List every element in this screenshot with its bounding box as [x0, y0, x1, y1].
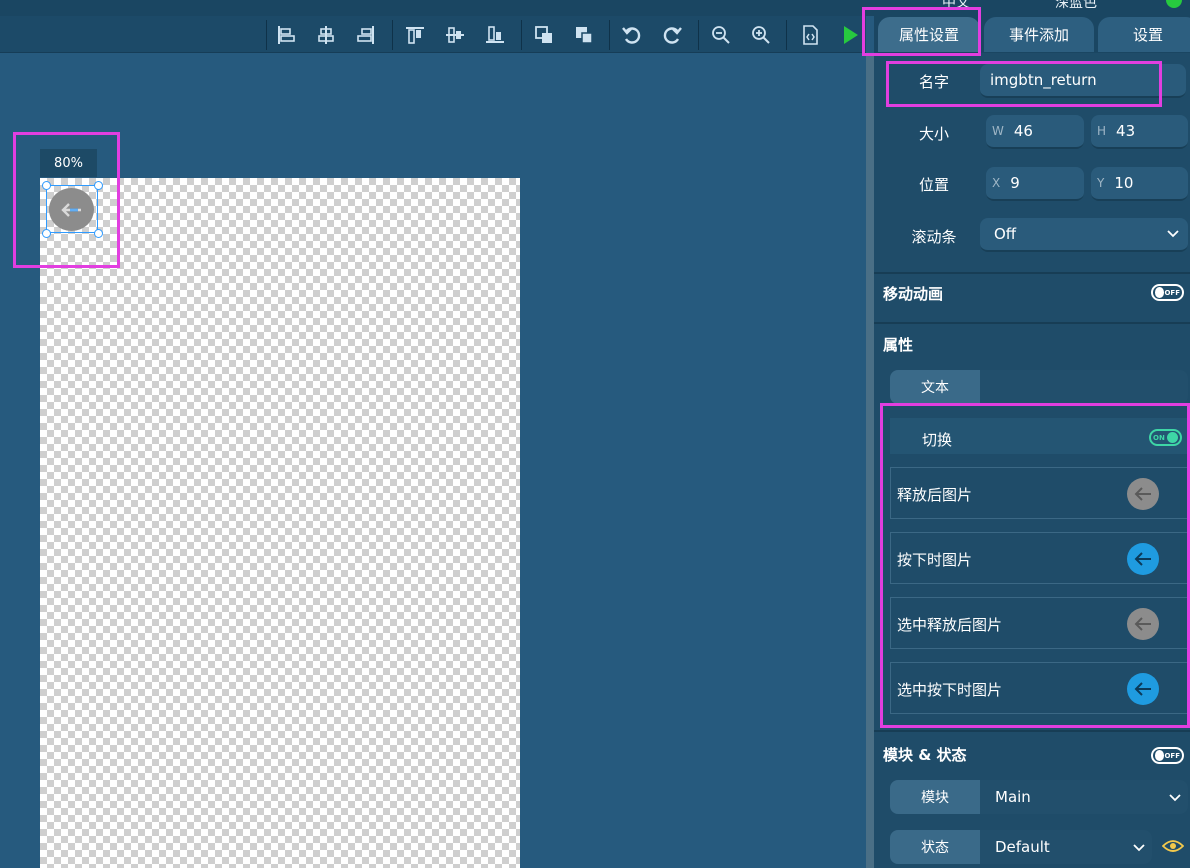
name-value: imgbtn_return — [990, 71, 1097, 89]
toggle-state: ON — [1153, 433, 1165, 442]
x-value: 9 — [1010, 174, 1020, 192]
tab-properties[interactable]: 属性设置 — [878, 17, 980, 52]
toggle-state: OFF — [1164, 288, 1180, 297]
module-state-title: 模块 & 状态 — [883, 746, 967, 764]
redo-icon[interactable] — [659, 22, 685, 48]
scrollbar-label: 滚动条 — [911, 228, 957, 246]
resize-handle-tl[interactable] — [42, 181, 51, 190]
image-row-pressed[interactable]: 按下时图片 — [890, 532, 1188, 584]
image-row-label: 选中释放后图片 — [897, 616, 1003, 634]
align-bottom-icon[interactable] — [482, 22, 508, 48]
arrow-left-icon[interactable] — [1127, 673, 1159, 705]
y-field[interactable]: Y 10 — [1091, 167, 1188, 201]
code-view-icon[interactable] — [797, 22, 823, 48]
bring-forward-icon[interactable] — [531, 22, 557, 48]
image-row-checked-released[interactable]: 选中释放后图片 — [890, 597, 1188, 649]
arrow-left-icon[interactable] — [1127, 608, 1159, 640]
scrollbar-value: Off — [994, 225, 1017, 243]
state-value: Default — [995, 838, 1050, 856]
module-label: 模块 — [890, 780, 980, 814]
x-prefix: X — [992, 176, 1001, 190]
switch-toggle[interactable]: ON — [1149, 429, 1182, 446]
globe-icon[interactable] — [1166, 0, 1182, 8]
chevron-down-icon — [1133, 844, 1145, 852]
language-label[interactable]: 中文 — [942, 0, 970, 12]
section-divider — [874, 322, 1190, 324]
width-prefix: W — [992, 124, 1004, 138]
switch-label: 切换 — [922, 431, 953, 449]
toolbar-separator — [521, 20, 522, 50]
selection-box — [46, 185, 98, 233]
module-value: Main — [995, 788, 1031, 806]
zoom-in-icon[interactable] — [748, 22, 774, 48]
play-icon[interactable] — [837, 22, 863, 48]
tab-text[interactable]: 文本 — [890, 370, 980, 404]
panel-splitter[interactable] — [866, 53, 874, 868]
undo-icon[interactable] — [619, 22, 645, 48]
module-state-toggle[interactable]: OFF — [1151, 747, 1184, 764]
artboard[interactable] — [40, 178, 520, 868]
section-divider — [874, 730, 1190, 732]
text-tab-rest — [980, 370, 1188, 404]
height-prefix: H — [1097, 124, 1107, 138]
toolbar-separator — [786, 20, 787, 50]
state-label: 状态 — [890, 830, 980, 864]
toggle-state: OFF — [1164, 751, 1180, 760]
toggle-knob — [1155, 750, 1165, 761]
name-input[interactable]: imgbtn_return — [980, 64, 1186, 98]
panel-tabs: 属性设置 事件添加 设置 — [874, 16, 1190, 53]
state-select[interactable]: Default — [980, 830, 1152, 864]
arrow-left-icon[interactable] — [1127, 543, 1159, 575]
theme-label[interactable]: 深蓝色 — [1055, 0, 1097, 12]
height-value: 43 — [1116, 122, 1136, 140]
move-animation-title: 移动动画 — [883, 285, 944, 303]
eye-icon[interactable] — [1162, 838, 1184, 854]
align-right-icon[interactable] — [353, 22, 379, 48]
image-row-label: 按下时图片 — [897, 551, 973, 569]
properties-panel: 属性设置 事件添加 设置 名字 imgbtn_return 大小 W 46 H 43… — [874, 16, 1190, 868]
toggle-knob — [1155, 287, 1165, 298]
chevron-down-icon — [1167, 230, 1179, 238]
y-prefix: Y — [1097, 176, 1105, 190]
x-field[interactable]: X9 — [986, 167, 1084, 201]
toolbar-separator — [392, 20, 393, 50]
module-select[interactable]: Main — [980, 780, 1188, 814]
image-row-released[interactable]: 释放后图片 — [890, 467, 1188, 519]
tab-events[interactable]: 事件添加 — [984, 17, 1094, 52]
scrollbar-select[interactable]: Off — [980, 218, 1188, 252]
attributes-title: 属性 — [883, 336, 914, 354]
toolbar-separator — [698, 20, 699, 50]
align-left-icon[interactable] — [273, 22, 299, 48]
position-label: 位置 — [918, 176, 949, 194]
zoom-level-badge: 80% — [40, 149, 97, 177]
y-value: 10 — [1114, 174, 1134, 192]
zoom-out-icon[interactable] — [708, 22, 734, 48]
resize-handle-tr[interactable] — [94, 181, 103, 190]
resize-handle-bl[interactable] — [42, 229, 51, 238]
toggle-knob — [1167, 432, 1178, 443]
height-field[interactable]: H 43 — [1091, 115, 1188, 149]
editor-toolbar — [0, 16, 866, 53]
send-backward-icon[interactable] — [571, 22, 597, 48]
image-row-checked-pressed[interactable]: 选中按下时图片 — [890, 662, 1188, 714]
align-top-icon[interactable] — [402, 22, 428, 48]
move-animation-toggle[interactable]: OFF — [1151, 284, 1184, 301]
chevron-down-icon — [1169, 794, 1181, 802]
size-label: 大小 — [918, 125, 949, 143]
image-row-label: 选中按下时图片 — [897, 681, 1003, 699]
width-value: 46 — [1013, 122, 1033, 140]
toolbar-separator — [609, 20, 610, 50]
width-field[interactable]: W 46 — [986, 115, 1084, 149]
image-row-label: 释放后图片 — [897, 486, 973, 504]
resize-handle-br[interactable] — [94, 229, 103, 238]
align-center-h-icon[interactable] — [313, 22, 339, 48]
align-middle-v-icon[interactable] — [442, 22, 468, 48]
tab-settings[interactable]: 设置 — [1098, 17, 1190, 52]
toolbar-separator — [266, 20, 267, 50]
section-divider — [874, 272, 1190, 274]
top-strip: 中文 深蓝色 — [0, 0, 1190, 16]
arrow-left-icon[interactable] — [1127, 478, 1159, 510]
name-label: 名字 — [918, 73, 949, 91]
